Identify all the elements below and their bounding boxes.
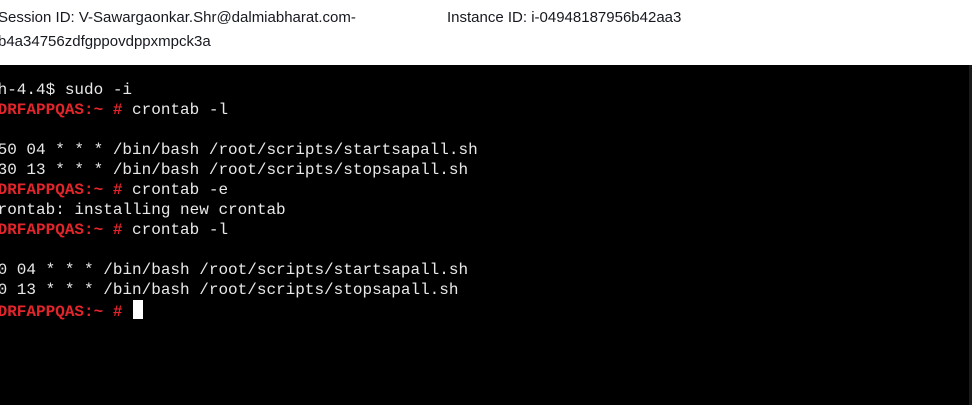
output-line: 30 13 * * * /bin/bash /root/scripts/stop… (0, 281, 459, 299)
prompt-line: RDRFAPPQAS:~ # crontab -l (0, 100, 478, 120)
instance-id-label: Instance ID: i-04948187956b42aa3 (447, 9, 682, 26)
prompt-host: RDRFAPPQAS:~ (0, 303, 104, 321)
prompt-host: RDRFAPPQAS:~ (0, 181, 104, 199)
command-text: crontab -l (132, 101, 229, 119)
prompt-symbol: # (103, 303, 133, 321)
output-line: sh-4.4$ sudo -i (0, 81, 133, 99)
output-line: #50 04 * * * /bin/bash /root/scripts/sta… (0, 141, 478, 159)
command-text: crontab -e (132, 181, 229, 199)
output-line: 50 04 * * * /bin/bash /root/scripts/star… (0, 261, 469, 279)
prompt-line: RDRFAPPQAS:~ # crontab -l (0, 220, 478, 240)
output-line: #30 13 * * * /bin/bash /root/scripts/sto… (0, 161, 469, 179)
session-header: Session ID: V-Sawargaonkar.Shr@dalmiabha… (0, 0, 972, 65)
terminal-output: sh-4.4$ sudo -iRDRFAPPQAS:~ # crontab -l… (0, 80, 478, 321)
prompt-host: RDRFAPPQAS:~ (0, 221, 104, 239)
prompt-symbol: # (103, 101, 133, 119)
terminal-window[interactable]: sh-4.4$ sudo -iRDRFAPPQAS:~ # crontab -l… (0, 65, 972, 405)
terminal-cursor[interactable] (133, 300, 144, 319)
prompt-host: RDRFAPPQAS:~ (0, 101, 104, 119)
session-id-label: Session ID: V-Sawargaonkar.Shr@dalmiabha… (0, 9, 356, 50)
prompt-symbol: # (103, 221, 133, 239)
output-line: crontab: installing new crontab (0, 201, 286, 219)
prompt-line: RDRFAPPQAS:~ # crontab -e (0, 180, 478, 200)
prompt-line: RDRFAPPQAS:~ # (0, 300, 478, 321)
command-text: crontab -l (132, 221, 229, 239)
prompt-symbol: # (103, 181, 133, 199)
session-manager-page: Session ID: V-Sawargaonkar.Shr@dalmiabha… (0, 0, 972, 405)
